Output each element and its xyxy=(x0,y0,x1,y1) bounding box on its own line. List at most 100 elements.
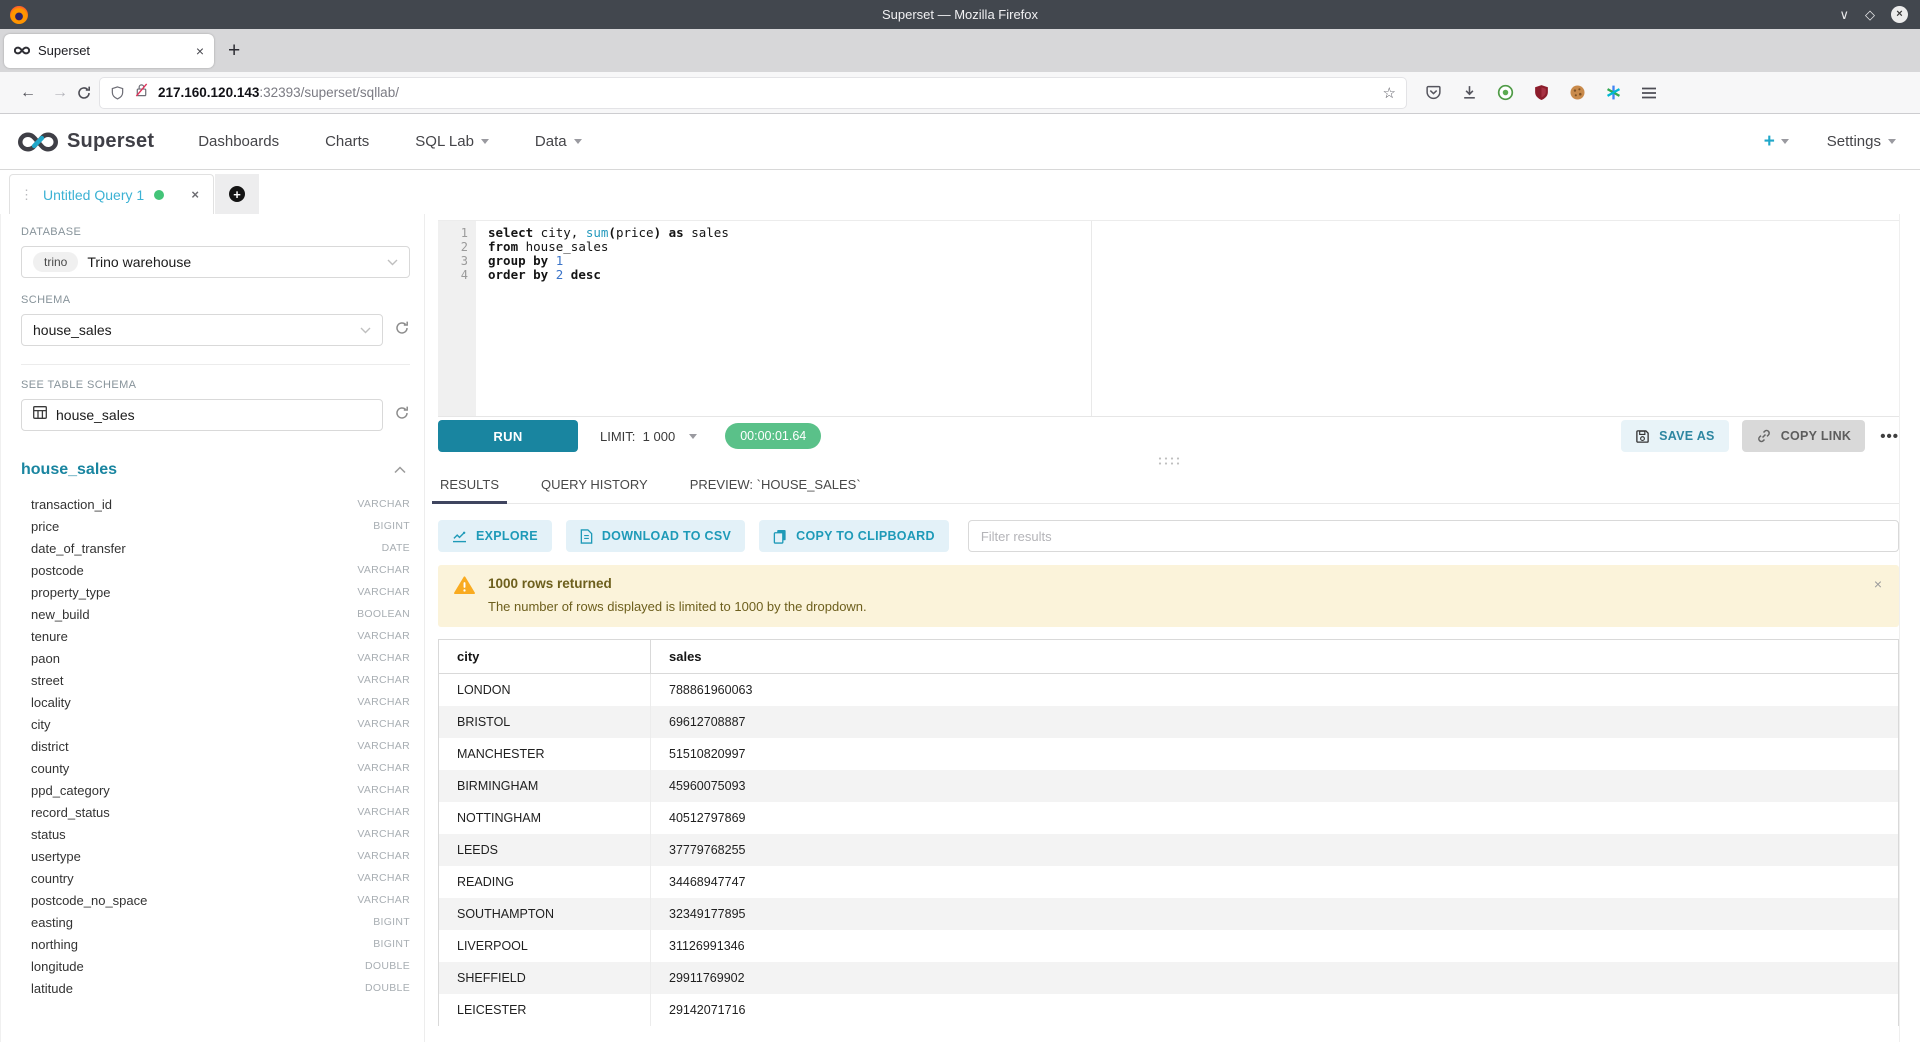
connection-insecure-icon[interactable] xyxy=(134,82,149,103)
url-bar[interactable]: 217.160.120.143:32393/superset/sqllab/ ☆ xyxy=(100,78,1406,108)
column-header-city[interactable]: city xyxy=(439,640,651,673)
forward-icon[interactable]: → xyxy=(44,84,76,102)
table-row: BRISTOL 69612708887 xyxy=(439,706,1898,738)
filter-results-input[interactable] xyxy=(968,520,1899,552)
chevron-down-icon xyxy=(1781,139,1789,144)
column-name: county xyxy=(31,761,69,776)
cell-sales: 31126991346 xyxy=(651,930,1898,962)
extension-shield-icon[interactable] xyxy=(1533,84,1550,101)
add-new-button[interactable]: + xyxy=(1764,131,1789,153)
cell-city: SOUTHAMPTON xyxy=(439,898,651,930)
window-minimize-icon[interactable]: ∨ xyxy=(1839,8,1849,21)
extension-green-icon[interactable] xyxy=(1497,84,1514,101)
sql-editor[interactable]: 1234 select city, sum(price) as salesfro… xyxy=(438,220,1899,417)
database-select[interactable]: trino Trino warehouse xyxy=(21,246,410,278)
column-row: status VARCHAR xyxy=(21,823,410,845)
column-row: northing BIGINT xyxy=(21,933,410,955)
downloads-icon[interactable] xyxy=(1461,84,1478,101)
column-type: BIGINT xyxy=(373,520,410,532)
nav-dashboards[interactable]: Dashboards xyxy=(198,133,279,150)
download-csv-button[interactable]: DOWNLOAD TO CSV xyxy=(566,520,745,552)
query-tab-row: ⋮ Untitled Query 1 × + xyxy=(0,170,1920,214)
column-type: VARCHAR xyxy=(357,762,410,774)
tab-close-icon[interactable]: × xyxy=(196,43,204,59)
drag-grip-icon[interactable]: ⋮ xyxy=(20,187,33,203)
window-maximize-icon[interactable]: ◇ xyxy=(1865,8,1875,21)
column-row: latitude DOUBLE xyxy=(21,977,410,999)
column-type: VARCHAR xyxy=(357,630,410,642)
table-row: LEICESTER 29142071716 xyxy=(439,994,1898,1026)
refresh-table-icon[interactable] xyxy=(394,405,410,426)
extension-cookie-icon[interactable] xyxy=(1569,84,1586,101)
run-button[interactable]: RUN xyxy=(438,420,578,452)
superset-logo[interactable]: Superset xyxy=(18,130,154,153)
column-row: property_type VARCHAR xyxy=(21,581,410,603)
table-row: SHEFFIELD 29911769902 xyxy=(439,962,1898,994)
cell-sales: 29911769902 xyxy=(651,962,1898,994)
add-query-tab[interactable]: + xyxy=(215,174,259,214)
nav-sql-lab[interactable]: SQL Lab xyxy=(415,133,489,150)
table-select[interactable]: house_sales xyxy=(21,399,383,431)
browser-tabstrip: Superset × + xyxy=(0,29,1920,72)
column-name: northing xyxy=(31,937,78,952)
chevron-down-icon xyxy=(574,139,582,144)
limit-dropdown[interactable]: LIMIT: 1 000 xyxy=(600,429,697,444)
see-table-schema-label: SEE TABLE SCHEMA xyxy=(21,379,410,391)
query-timer-badge: 00:00:01.64 xyxy=(725,423,821,449)
cell-sales: 788861960063 xyxy=(651,674,1898,706)
copy-link-button[interactable]: COPY LINK xyxy=(1742,420,1866,452)
chevron-down-icon xyxy=(387,253,398,271)
column-row: street VARCHAR xyxy=(21,669,410,691)
save-icon xyxy=(1635,429,1650,444)
column-type: VARCHAR xyxy=(357,498,410,510)
browser-tab-superset[interactable]: Superset × xyxy=(4,34,214,68)
column-type: VARCHAR xyxy=(357,784,410,796)
explore-button[interactable]: EXPLORE xyxy=(438,520,552,552)
new-tab-button[interactable]: + xyxy=(228,40,240,61)
save-as-button[interactable]: SAVE AS xyxy=(1621,420,1729,452)
plus-circle-icon: + xyxy=(229,186,245,202)
query-tab-close-icon[interactable]: × xyxy=(191,187,199,202)
reload-icon[interactable] xyxy=(76,85,92,101)
cell-city: LEICESTER xyxy=(439,994,651,1026)
menu-hamburger-icon[interactable] xyxy=(1641,86,1657,100)
bookmark-star-icon[interactable]: ☆ xyxy=(1383,84,1396,102)
nav-charts[interactable]: Charts xyxy=(325,133,369,150)
column-name: transaction_id xyxy=(31,497,112,512)
schema-select[interactable]: house_sales xyxy=(21,314,383,346)
pane-resize-handle[interactable] xyxy=(438,452,1899,468)
chevron-down-icon xyxy=(689,434,697,439)
column-header-sales[interactable]: sales xyxy=(651,640,1898,673)
tab-preview-house-sales[interactable]: PREVIEW: `HOUSE_SALES` xyxy=(688,468,863,503)
alert-close-icon[interactable]: × xyxy=(1874,576,1882,592)
tab-results[interactable]: RESULTS xyxy=(438,468,501,503)
table-row: LIVERPOOL 31126991346 xyxy=(439,930,1898,962)
chevron-up-icon[interactable] xyxy=(394,461,406,479)
chart-icon xyxy=(452,530,467,543)
window-title: Superset — Mozilla Firefox xyxy=(0,7,1920,22)
nav-data[interactable]: Data xyxy=(535,133,582,150)
table-row: NOTTINGHAM 40512797869 xyxy=(439,802,1898,834)
window-close-icon[interactable]: × xyxy=(1891,6,1908,23)
refresh-schema-icon[interactable] xyxy=(394,320,410,341)
cell-city: LIVERPOOL xyxy=(439,930,651,962)
extension-asterisk-icon[interactable] xyxy=(1605,84,1622,101)
copy-clipboard-button[interactable]: COPY TO CLIPBOARD xyxy=(759,520,949,552)
tab-query-history[interactable]: QUERY HISTORY xyxy=(539,468,650,503)
tracking-shield-icon[interactable] xyxy=(110,85,125,101)
column-row: transaction_id VARCHAR xyxy=(21,493,410,515)
column-row: price BIGINT xyxy=(21,515,410,537)
cell-city: LEEDS xyxy=(439,834,651,866)
back-icon[interactable]: ← xyxy=(12,84,44,102)
cell-city: NOTTINGHAM xyxy=(439,802,651,834)
column-row: district VARCHAR xyxy=(21,735,410,757)
sql-code[interactable]: select city, sum(price) as salesfrom hou… xyxy=(476,221,1899,416)
column-name: street xyxy=(31,673,64,688)
pocket-icon[interactable] xyxy=(1425,84,1442,101)
more-options-button[interactable]: ••• xyxy=(1880,428,1899,445)
table-name-heading[interactable]: house_sales xyxy=(21,461,117,479)
query-status-dot xyxy=(154,190,164,200)
column-row: city VARCHAR xyxy=(21,713,410,735)
settings-menu[interactable]: Settings xyxy=(1827,133,1896,150)
query-tab-untitled-1[interactable]: ⋮ Untitled Query 1 × xyxy=(9,174,214,214)
